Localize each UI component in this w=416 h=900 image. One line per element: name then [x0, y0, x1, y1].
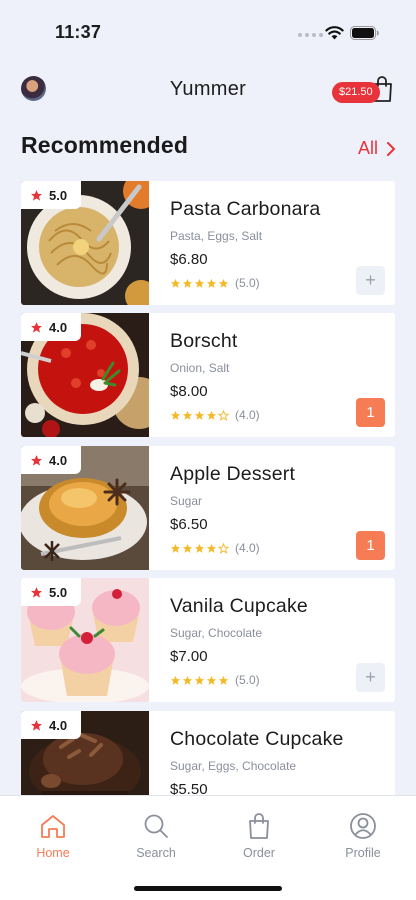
signal-dots-icon: [298, 33, 323, 37]
app-header: Yummer $21.50: [0, 72, 416, 108]
star-rating: (4.0): [170, 408, 260, 422]
home-indicator: [134, 886, 282, 891]
battery-icon: [350, 26, 379, 40]
section-title: Recommended: [21, 132, 189, 158]
recommended-list[interactable]: 5.0 Pasta Carbonara Pasta, Eggs, Salt $6…: [21, 181, 395, 795]
rating-score: (5.0): [235, 673, 260, 687]
tab-label: Profile: [345, 846, 381, 860]
see-all-link[interactable]: All: [358, 138, 396, 159]
star-rating: (4.0): [170, 541, 260, 555]
star-filled-icon: [218, 278, 229, 288]
star-filled-icon: [206, 278, 217, 288]
rating-tag: 4.0: [21, 446, 81, 474]
food-price: $6.80: [170, 251, 208, 268]
food-ingredients: Sugar, Chocolate: [170, 626, 263, 640]
star-filled-icon: [194, 410, 205, 420]
food-ingredients: Pasta, Eggs, Salt: [170, 229, 263, 243]
food-name: Apple Dessert: [170, 463, 296, 485]
food-ingredients: Sugar, Eggs, Chocolate: [170, 759, 297, 773]
cart-button[interactable]: $21.50: [332, 72, 396, 108]
rating-value: 5.0: [49, 187, 68, 203]
star-rating: (5.0): [170, 276, 260, 290]
tab-label: Home: [36, 846, 70, 860]
star-filled-icon: [182, 675, 193, 685]
star-filled-icon: [194, 675, 205, 685]
tab-label: Search: [136, 846, 176, 860]
food-card-chocolate-cupcake[interactable]: 4.0 Chocolate Cupcake Sugar, Eggs, Choco…: [21, 711, 395, 795]
add-to-cart-button[interactable]: +: [356, 663, 385, 692]
star-filled-icon: [182, 543, 193, 553]
tab-home[interactable]: Home: [13, 812, 93, 860]
tab-profile[interactable]: Profile: [323, 812, 403, 860]
search-icon: [144, 814, 168, 838]
food-price: $8.00: [170, 383, 208, 400]
rating-tag: 5.0: [21, 181, 81, 209]
rating-value: 5.0: [49, 584, 68, 600]
rating-score: (4.0): [235, 541, 260, 555]
star-filled-icon: [194, 278, 205, 288]
star-filled-icon: [218, 675, 229, 685]
star-icon: [31, 321, 42, 333]
food-card-borscht[interactable]: 4.0 Borscht Onion, Salt $8.00 (4.0) 1: [21, 313, 395, 437]
star-filled-icon: [206, 675, 217, 685]
star-icon: [31, 586, 42, 598]
food-card-apple-dessert[interactable]: 4.0 Apple Dessert Sugar $6.50 (4.0) 1: [21, 446, 395, 570]
star-filled-icon: [170, 278, 181, 288]
star-filled-icon: [170, 543, 181, 553]
food-name: Chocolate Cupcake: [170, 728, 344, 750]
rating-tag: 4.0: [21, 711, 81, 739]
food-card-pasta-carbonara[interactable]: 5.0 Pasta Carbonara Pasta, Eggs, Salt $6…: [21, 181, 395, 305]
food-name: Pasta Carbonara: [170, 198, 321, 220]
star-empty-icon: [218, 409, 229, 421]
home-icon: [41, 815, 65, 838]
rating-value: 4.0: [49, 319, 68, 335]
star-icon: [31, 719, 42, 731]
star-icon: [31, 454, 42, 466]
status-bar: 11:37: [0, 0, 416, 64]
rating-score: (5.0): [235, 276, 260, 290]
star-empty-icon: [218, 542, 229, 554]
rating-score: (4.0): [235, 408, 260, 422]
tab-order[interactable]: Order: [219, 812, 299, 860]
cart-quantity-button[interactable]: 1: [356, 531, 385, 560]
tab-label: Order: [243, 846, 275, 860]
tab-search[interactable]: Search: [116, 812, 196, 860]
cart-quantity-button[interactable]: 1: [356, 398, 385, 427]
rating-value: 4.0: [49, 717, 68, 733]
star-filled-icon: [170, 675, 181, 685]
star-filled-icon: [206, 410, 217, 420]
food-name: Vanila Cupcake: [170, 595, 308, 617]
food-price: $6.50: [170, 516, 208, 533]
star-rating: (5.0): [170, 673, 260, 687]
chevron-right-icon: [387, 141, 395, 156]
profile-icon: [350, 813, 376, 839]
food-ingredients: Onion, Salt: [170, 361, 230, 375]
status-time: 11:37: [55, 22, 102, 42]
food-ingredients: Sugar: [170, 494, 203, 508]
add-to-cart-button[interactable]: +: [356, 266, 385, 295]
rating-tag: 5.0: [21, 578, 81, 606]
bottom-tab-bar: Home Search Order Profile: [0, 795, 416, 900]
star-icon: [31, 189, 42, 201]
food-name: Borscht: [170, 330, 238, 352]
star-filled-icon: [194, 543, 205, 553]
star-filled-icon: [206, 543, 217, 553]
star-filled-icon: [182, 410, 193, 420]
food-price: $7.00: [170, 648, 208, 665]
cart-total-badge: $21.50: [332, 82, 380, 103]
bag-icon: [249, 813, 269, 839]
star-filled-icon: [170, 410, 181, 420]
wifi-icon: [325, 26, 344, 40]
food-card-vanila-cupcake[interactable]: 5.0 Vanila Cupcake Sugar, Chocolate $7.0…: [21, 578, 395, 702]
food-price: $5.50: [170, 781, 208, 795]
star-filled-icon: [182, 278, 193, 288]
rating-tag: 4.0: [21, 313, 81, 341]
rating-value: 4.0: [49, 452, 68, 468]
see-all-label: All: [357, 138, 378, 158]
